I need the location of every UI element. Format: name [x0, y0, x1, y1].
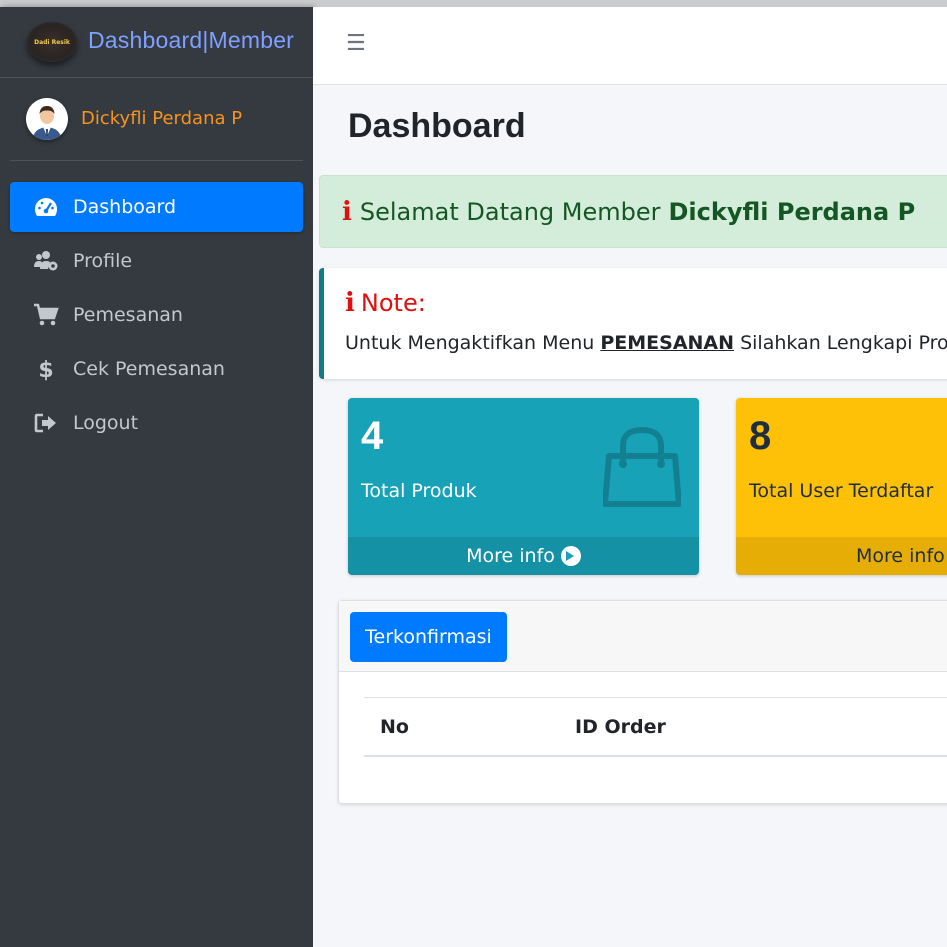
sidebar-item-label: Logout: [73, 412, 139, 434]
window-top-edge: [0, 0, 947, 7]
sidebar-item-logout[interactable]: Logout: [10, 398, 303, 448]
shopping-bag-icon: [603, 426, 681, 507]
stat-value: 8: [749, 414, 772, 458]
stat-label: Total User Terdaftar: [749, 480, 934, 502]
shopping-cart-icon: [32, 301, 60, 329]
stat-label: Total Produk: [361, 480, 477, 502]
welcome-alert: i Selamat Datang Member Dickyfli Perdana…: [319, 175, 947, 248]
sidebar-item-label: Pemesanan: [73, 304, 183, 326]
content-wrapper: ☰ Dashboard i Selamat Datang Member Dick…: [313, 7, 947, 947]
more-info-link[interactable]: More info: [348, 537, 699, 575]
user-panel: Dickyfli Perdana P: [10, 78, 303, 161]
user-avatar: [26, 98, 68, 140]
sidebar-item-label: Profile: [73, 250, 133, 272]
stat-value: 4: [361, 414, 384, 458]
sidebar-item-label: Dashboard: [73, 196, 177, 218]
welcome-text: Selamat Datang Member: [359, 197, 661, 226]
brand-logo: Dadi Resik: [27, 22, 77, 62]
tachometer-icon: [32, 193, 60, 221]
sign-out-icon: [32, 409, 60, 437]
sidebar-nav: Dashboard Profile Pemesanan $ Cek Pemesa…: [10, 182, 303, 452]
note-text: Untuk Mengaktifkan Menu PEMESANAN Silahk…: [345, 332, 947, 354]
brand-title: Dashboard|Member: [88, 27, 295, 53]
terkonfirmasi-button[interactable]: Terkonfirmasi: [350, 612, 507, 662]
note-callout: i Note: Untuk Mengaktifkan Menu PEMESANAN…: [319, 268, 947, 379]
top-navbar: ☰: [313, 7, 947, 85]
user-name-link[interactable]: Dickyfli Perdana P: [81, 108, 242, 129]
arrow-circle-right-icon: [560, 546, 581, 566]
brand-link[interactable]: Dadi Resik Dashboard|Member: [0, 7, 313, 78]
more-info-link[interactable]: More info: [736, 537, 947, 575]
dollar-icon: $: [32, 355, 60, 383]
orders-card: Terkonfirmasi No ID Order: [338, 600, 947, 804]
orders-card-header: Terkonfirmasi: [339, 601, 947, 672]
column-header-no[interactable]: No: [380, 716, 409, 738]
bars-icon[interactable]: ☰: [346, 31, 366, 56]
note-emphasis: PEMESANAN: [600, 332, 735, 354]
info-icon: i: [345, 288, 355, 318]
info-icon: i: [342, 196, 352, 227]
sidebar-item-dashboard[interactable]: Dashboard: [10, 182, 303, 232]
sidebar-item-label: Cek Pemesanan: [73, 358, 225, 380]
column-header-id-order[interactable]: ID Order: [575, 716, 666, 738]
sidebar: Dadi Resik Dashboard|Member Dickyfli Per…: [0, 7, 313, 947]
stat-box-total-produk: 4 Total Produk More info: [348, 398, 699, 575]
page-title: Dashboard: [348, 107, 526, 145]
stat-box-total-user: 8 Total User Terdaftar More info: [736, 398, 947, 575]
svg-text:$: $: [38, 358, 53, 382]
sidebar-item-pemesanan[interactable]: Pemesanan: [10, 290, 303, 340]
welcome-name: Dickyfli Perdana P: [668, 197, 916, 226]
sidebar-item-profile[interactable]: Profile: [10, 236, 303, 286]
users-cog-icon: [32, 247, 60, 275]
orders-table: No ID Order: [364, 697, 947, 757]
note-title: i Note:: [345, 288, 426, 318]
sidebar-item-cek-pemesanan[interactable]: $ Cek Pemesanan: [10, 344, 303, 394]
